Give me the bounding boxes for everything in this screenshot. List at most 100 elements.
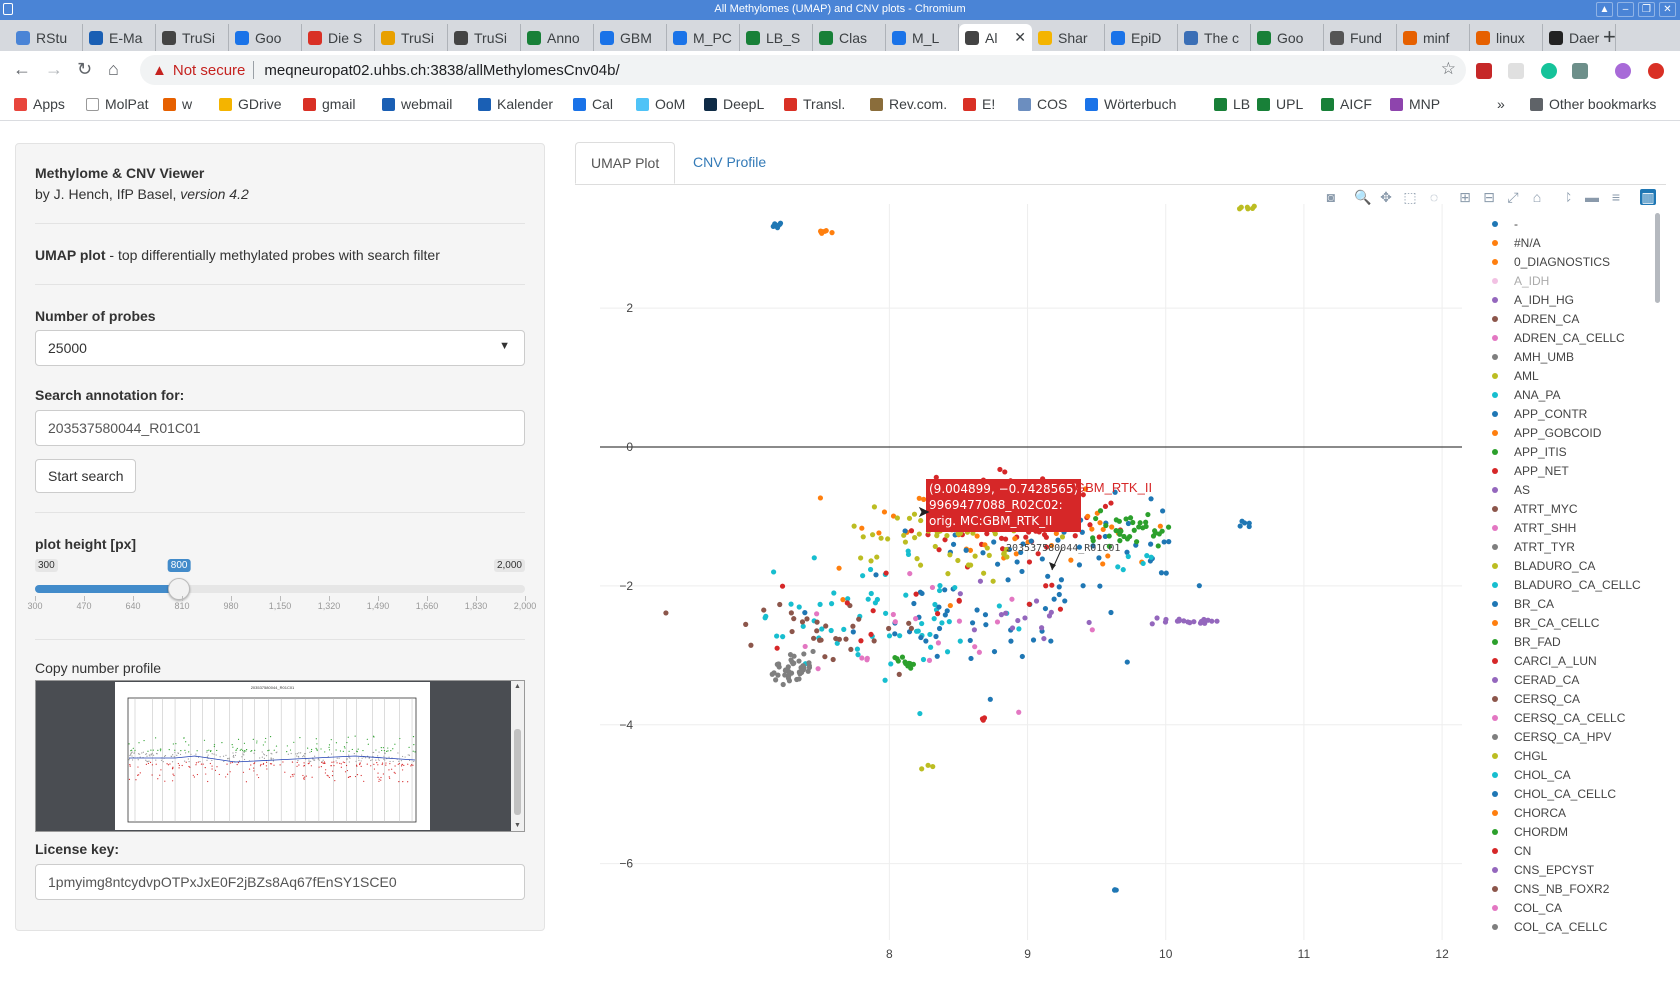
data-point[interactable] bbox=[894, 656, 900, 662]
data-point[interactable] bbox=[1102, 533, 1108, 540]
data-point[interactable] bbox=[1160, 508, 1166, 514]
data-point[interactable] bbox=[1093, 515, 1099, 522]
data-point[interactable] bbox=[994, 619, 1001, 625]
data-point[interactable] bbox=[1094, 510, 1100, 516]
data-point[interactable] bbox=[789, 659, 795, 665]
data-point[interactable] bbox=[999, 546, 1006, 552]
data-point[interactable] bbox=[881, 509, 888, 515]
data-point[interactable] bbox=[1042, 605, 1049, 612]
data-point[interactable] bbox=[806, 660, 812, 666]
data-point[interactable] bbox=[870, 608, 876, 614]
data-point[interactable] bbox=[916, 614, 922, 620]
data-point[interactable] bbox=[777, 220, 784, 226]
legend-item[interactable]: CARCI_A_LUN bbox=[1492, 654, 1597, 668]
data-point[interactable] bbox=[934, 653, 940, 659]
data-point[interactable] bbox=[841, 626, 847, 632]
data-point[interactable] bbox=[802, 610, 808, 616]
data-point[interactable] bbox=[797, 669, 804, 676]
legend-item[interactable]: ANA_PA bbox=[1492, 388, 1560, 402]
data-point[interactable] bbox=[956, 597, 962, 603]
hover-closest-icon[interactable]: ▬ bbox=[1584, 189, 1600, 205]
browser-tab[interactable]: Shar bbox=[1032, 24, 1105, 51]
data-point[interactable] bbox=[991, 539, 997, 545]
data-point[interactable] bbox=[794, 676, 800, 683]
data-point[interactable] bbox=[1023, 534, 1029, 540]
data-point[interactable] bbox=[1209, 618, 1215, 624]
data-point[interactable] bbox=[857, 613, 863, 619]
data-point[interactable] bbox=[1130, 519, 1136, 526]
data-point[interactable] bbox=[833, 635, 839, 642]
data-point[interactable] bbox=[914, 556, 920, 562]
data-point[interactable] bbox=[791, 653, 797, 659]
legend-item[interactable]: CHOL_CA bbox=[1492, 768, 1571, 782]
bookmark-item[interactable]: LB bbox=[1214, 96, 1250, 112]
data-point[interactable] bbox=[791, 616, 797, 622]
data-point[interactable] bbox=[769, 671, 775, 677]
data-point[interactable] bbox=[935, 611, 941, 617]
tab-cnv-profile[interactable]: CNV Profile bbox=[678, 142, 781, 184]
data-point[interactable] bbox=[869, 532, 876, 538]
data-point[interactable] bbox=[801, 651, 807, 657]
browser-tab[interactable]: LB_S bbox=[740, 24, 813, 51]
data-point[interactable] bbox=[996, 603, 1002, 609]
legend-item[interactable]: CN bbox=[1492, 844, 1531, 858]
data-point[interactable] bbox=[776, 664, 782, 670]
reload-icon[interactable]: ↻ bbox=[77, 59, 92, 80]
data-point[interactable] bbox=[928, 644, 934, 650]
data-point[interactable] bbox=[800, 667, 806, 673]
data-point[interactable] bbox=[1121, 533, 1127, 540]
data-point[interactable] bbox=[1149, 555, 1155, 562]
data-point[interactable] bbox=[868, 558, 874, 564]
data-point[interactable] bbox=[990, 578, 996, 584]
data-point[interactable] bbox=[848, 646, 854, 653]
data-point[interactable] bbox=[885, 536, 891, 542]
data-point[interactable] bbox=[890, 611, 896, 618]
pan-icon[interactable]: ✥ bbox=[1378, 189, 1394, 205]
data-point[interactable] bbox=[844, 600, 850, 606]
data-point[interactable] bbox=[882, 571, 888, 577]
browser-tab[interactable]: Anno bbox=[521, 24, 594, 51]
spike-lines-icon[interactable]: ⥏ bbox=[1560, 189, 1576, 205]
data-point[interactable] bbox=[917, 589, 923, 595]
legend-item[interactable]: COL_CA_CELLC bbox=[1492, 920, 1607, 934]
data-point[interactable] bbox=[874, 596, 880, 603]
data-point[interactable] bbox=[798, 670, 804, 676]
legend-item[interactable]: ADREN_CA_CELLC bbox=[1492, 331, 1625, 345]
legend-item[interactable]: APP_CONTR bbox=[1492, 407, 1587, 421]
data-point[interactable] bbox=[886, 625, 892, 632]
legend-item[interactable]: CHGL bbox=[1492, 749, 1547, 763]
data-point[interactable] bbox=[1198, 618, 1204, 625]
data-point[interactable] bbox=[822, 654, 828, 660]
data-point[interactable] bbox=[817, 637, 823, 643]
data-point[interactable] bbox=[1084, 514, 1090, 521]
legend-item[interactable]: BLADURO_CA_CELLC bbox=[1492, 578, 1641, 592]
data-point[interactable] bbox=[780, 681, 786, 688]
data-point[interactable] bbox=[798, 664, 804, 671]
data-point[interactable] bbox=[782, 672, 788, 678]
data-point[interactable] bbox=[748, 642, 754, 648]
data-point[interactable] bbox=[923, 638, 929, 644]
data-point[interactable] bbox=[1016, 709, 1022, 715]
data-point[interactable] bbox=[1113, 887, 1119, 893]
slider-handle[interactable] bbox=[168, 578, 191, 600]
bookmark-item[interactable]: Rev.com. bbox=[870, 96, 947, 112]
data-point[interactable] bbox=[1106, 533, 1112, 539]
browser-tab[interactable]: linux bbox=[1470, 24, 1543, 51]
data-point[interactable] bbox=[918, 634, 924, 641]
data-point[interactable] bbox=[919, 590, 925, 597]
data-point[interactable] bbox=[912, 535, 918, 541]
data-point[interactable] bbox=[967, 637, 973, 644]
browser-tab[interactable]: RStu bbox=[10, 24, 83, 51]
legend-item[interactable]: #N/A bbox=[1492, 236, 1541, 250]
data-point[interactable] bbox=[1196, 583, 1202, 589]
data-point[interactable] bbox=[903, 592, 909, 598]
data-point[interactable] bbox=[796, 669, 803, 675]
recycle-extension-icon[interactable] bbox=[1572, 63, 1588, 79]
data-point[interactable] bbox=[956, 618, 963, 624]
data-point[interactable] bbox=[743, 621, 749, 627]
address-bar[interactable]: ▲ Not secure meqneuropat02.uhbs.ch:3838/… bbox=[140, 55, 1466, 85]
data-point[interactable] bbox=[913, 628, 920, 634]
data-point[interactable] bbox=[1051, 596, 1057, 602]
data-point[interactable] bbox=[814, 619, 820, 625]
data-point[interactable] bbox=[1156, 531, 1162, 537]
